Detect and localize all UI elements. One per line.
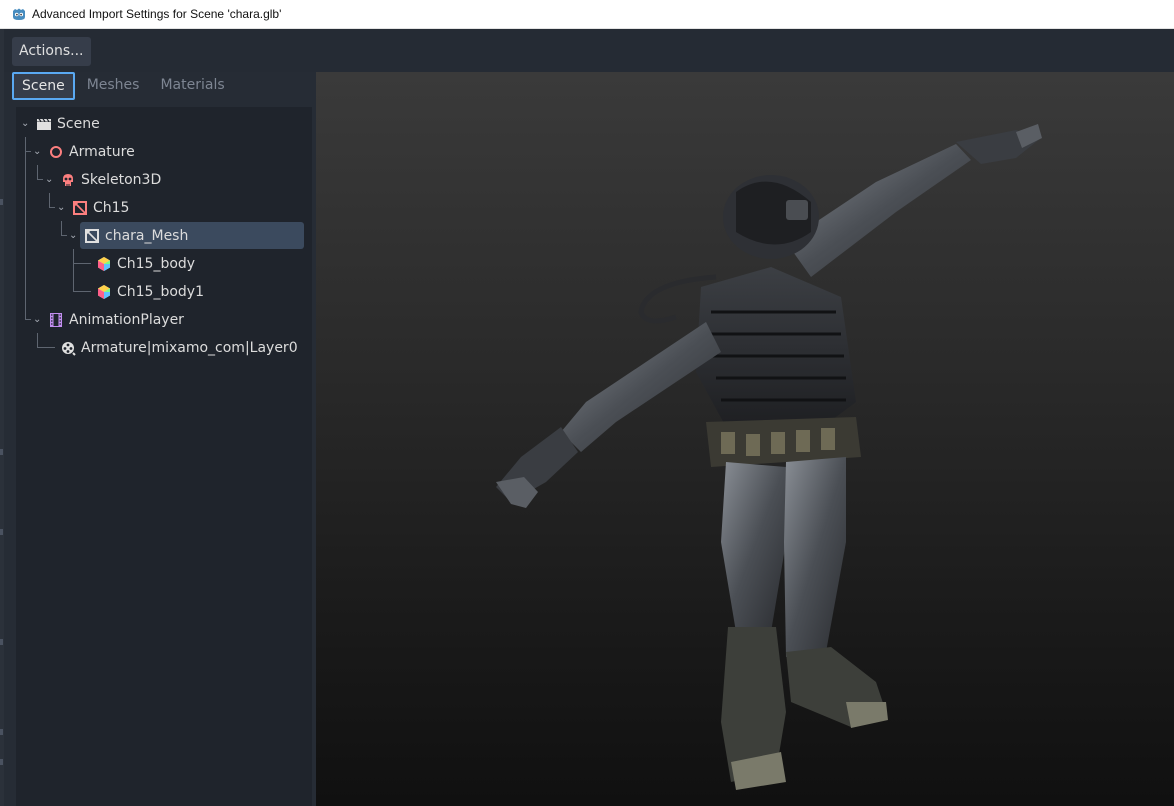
scene-tree[interactable]: ⌄ Scene ⌄ Armature ⌄ Skeleton3D ⌄ Ch15 ⌄… [16, 107, 312, 806]
node3d-circle-icon [48, 144, 64, 160]
clapperboard-icon [36, 116, 52, 132]
toolbar: Actions... [4, 29, 1174, 72]
window-title: Advanced Import Settings for Scene 'char… [32, 7, 282, 21]
mesh-cube-icon [96, 256, 112, 272]
tab-scene[interactable]: Scene [12, 72, 75, 100]
window-titlebar: Advanced Import Settings for Scene 'char… [0, 0, 1174, 29]
tree-item-label: Ch15 [93, 200, 130, 216]
mesh-cube-icon [96, 284, 112, 300]
importer-mesh-icon [84, 228, 100, 244]
chevron-down-icon[interactable]: ⌄ [69, 231, 79, 241]
chevron-down-icon[interactable]: ⌄ [45, 175, 55, 185]
tree-item-ch15-body1[interactable]: Ch15_body1 [96, 279, 204, 305]
tree-item-scene[interactable]: Scene [36, 111, 100, 137]
character-model-preview [496, 124, 1042, 790]
godot-logo-icon [13, 8, 25, 20]
tree-item-label: Armature|mixamo_com|Layer0 [81, 340, 298, 356]
tree-item-label: Ch15_body1 [117, 284, 204, 300]
tree-item-label: Ch15_body [117, 256, 196, 272]
tree-item-label: Armature [69, 144, 135, 160]
tree-item-animation-layer0[interactable]: Armature|mixamo_com|Layer0 [60, 335, 298, 361]
film-strip-icon [48, 312, 64, 328]
tree-item-label: Skeleton3D [81, 172, 162, 188]
animation-icon [60, 340, 76, 356]
tree-item-label: chara_Mesh [105, 228, 189, 244]
tree-item-ch15[interactable]: Ch15 [72, 195, 129, 221]
chevron-down-icon[interactable]: ⌄ [33, 147, 43, 157]
tree-item-label: AnimationPlayer [69, 312, 184, 328]
tree-item-armature[interactable]: Armature [48, 139, 135, 165]
mesh-instance-icon [72, 200, 88, 216]
skull-icon [60, 172, 76, 188]
tab-bar: Scene Meshes Materials [12, 72, 234, 100]
actions-menu-button[interactable]: Actions... [12, 37, 91, 66]
left-panel: Scene Meshes Materials ⌄ Scene ⌄ Armatur… [4, 72, 316, 806]
tab-materials[interactable]: Materials [151, 72, 233, 100]
3d-viewport[interactable] [316, 72, 1174, 806]
chevron-down-icon[interactable]: ⌄ [21, 119, 31, 129]
tree-item-animationplayer[interactable]: AnimationPlayer [48, 307, 184, 333]
tree-item-skeleton3d[interactable]: Skeleton3D [60, 167, 161, 193]
chevron-down-icon[interactable]: ⌄ [33, 315, 43, 325]
tree-item-ch15-body[interactable]: Ch15_body [96, 251, 195, 277]
tree-item-chara-mesh[interactable]: chara_Mesh [84, 223, 188, 249]
chevron-down-icon[interactable]: ⌄ [57, 203, 67, 213]
tree-item-label: Scene [57, 116, 100, 132]
tab-meshes[interactable]: Meshes [78, 72, 149, 100]
